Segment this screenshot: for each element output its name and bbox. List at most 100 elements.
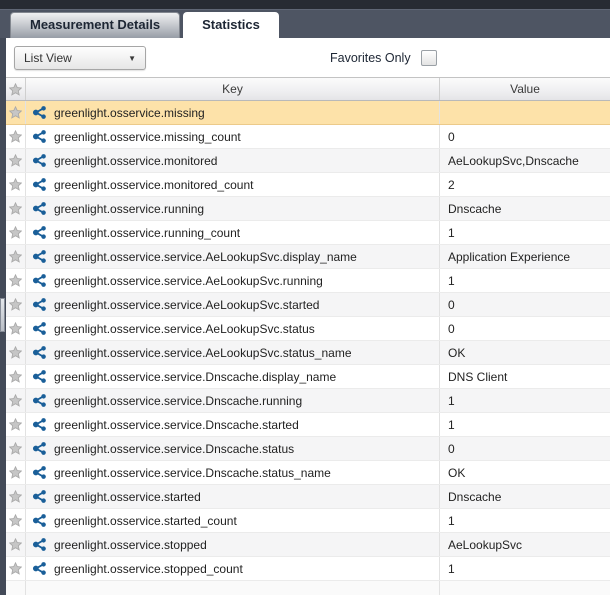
table-header: Key Value <box>6 77 610 101</box>
table-row[interactable]: greenlight.osservice.service.Dnscache.di… <box>6 365 610 389</box>
favorite-star-button[interactable] <box>6 149 25 172</box>
star-icon <box>9 466 22 479</box>
share-icon <box>32 489 47 504</box>
favorite-star-button[interactable] <box>6 509 25 532</box>
favorite-star-button[interactable] <box>6 485 25 508</box>
table-row[interactable]: greenlight.osservice.service.AeLookupSvc… <box>6 317 610 341</box>
star-icon <box>9 154 22 167</box>
row-key: greenlight.osservice.service.Dnscache.st… <box>54 418 299 432</box>
share-icon <box>32 369 47 384</box>
splitter-grip-handle[interactable] <box>0 298 5 332</box>
table-empty-area <box>6 581 610 595</box>
row-value: 0 <box>448 298 455 312</box>
row-key: greenlight.osservice.started_count <box>54 514 237 528</box>
favorite-star-button[interactable] <box>6 101 25 124</box>
favorite-star-button[interactable] <box>6 533 25 556</box>
row-key: greenlight.osservice.service.AeLookupSvc… <box>54 274 323 288</box>
favorite-star-button[interactable] <box>6 365 25 388</box>
favorite-star-button[interactable] <box>6 125 25 148</box>
favorites-only-checkbox[interactable] <box>421 50 437 66</box>
column-header-value[interactable]: Value <box>440 78 610 100</box>
table-row[interactable]: greenlight.osservice.service.Dnscache.st… <box>6 461 610 485</box>
share-icon <box>32 513 47 528</box>
statistics-panel: List View ▼ Favorites Only Key Value <box>6 38 610 595</box>
share-icon <box>32 177 47 192</box>
favorite-star-button[interactable] <box>6 221 25 244</box>
favorite-star-button[interactable] <box>6 245 25 268</box>
row-key: greenlight.osservice.running_count <box>54 226 240 240</box>
table-body: greenlight.osservice.missing <box>6 101 610 595</box>
share-icon <box>32 201 47 216</box>
table-row[interactable]: greenlight.osservice.service.Dnscache.st… <box>6 437 610 461</box>
row-value: 1 <box>448 394 455 408</box>
table-row[interactable]: greenlight.osservice.running_count 1 <box>6 221 610 245</box>
row-value: 1 <box>448 418 455 432</box>
row-key: greenlight.osservice.service.AeLookupSvc… <box>54 322 315 336</box>
chevron-down-icon: ▼ <box>128 54 136 63</box>
star-icon <box>9 346 22 359</box>
row-key: greenlight.osservice.monitored_count <box>54 178 253 192</box>
table-row[interactable]: greenlight.osservice.stopped AeLookupSvc <box>6 533 610 557</box>
table-row[interactable]: greenlight.osservice.service.Dnscache.ru… <box>6 389 610 413</box>
favorites-filter: Favorites Only <box>330 46 437 70</box>
row-key: greenlight.osservice.running <box>54 202 204 216</box>
row-value: 0 <box>448 130 455 144</box>
table-row[interactable]: greenlight.osservice.service.AeLookupSvc… <box>6 269 610 293</box>
table-row[interactable]: greenlight.osservice.service.AeLookupSvc… <box>6 245 610 269</box>
share-icon <box>32 129 47 144</box>
favorite-star-button[interactable] <box>6 557 25 580</box>
favorite-star-button[interactable] <box>6 461 25 484</box>
table-row[interactable]: greenlight.osservice.started_count 1 <box>6 509 610 533</box>
row-value: AeLookupSvc,Dnscache <box>448 154 579 168</box>
row-value: 1 <box>448 274 455 288</box>
table-row[interactable]: greenlight.osservice.started Dnscache <box>6 485 610 509</box>
share-icon <box>32 153 47 168</box>
table-row[interactable]: greenlight.osservice.service.AeLookupSvc… <box>6 293 610 317</box>
tab-measurement-details[interactable]: Measurement Details <box>10 12 180 38</box>
favorite-star-button[interactable] <box>6 437 25 460</box>
star-icon <box>9 274 22 287</box>
table-row[interactable]: greenlight.osservice.missing <box>6 101 610 125</box>
view-mode-dropdown[interactable]: List View ▼ <box>14 46 146 70</box>
table-row[interactable]: greenlight.osservice.missing_count 0 <box>6 125 610 149</box>
favorite-star-button[interactable] <box>6 341 25 364</box>
table-row[interactable]: greenlight.osservice.monitored AeLookupS… <box>6 149 610 173</box>
row-value: 1 <box>448 562 455 576</box>
favorite-star-button[interactable] <box>6 317 25 340</box>
share-icon <box>32 465 47 480</box>
toolbar: List View ▼ Favorites Only <box>6 38 610 77</box>
star-icon <box>9 83 22 96</box>
row-value: Application Experience <box>448 250 570 264</box>
row-key: greenlight.osservice.monitored <box>54 154 217 168</box>
row-value: OK <box>448 466 465 480</box>
favorite-star-button[interactable] <box>6 197 25 220</box>
table-row[interactable]: greenlight.osservice.monitored_count 2 <box>6 173 610 197</box>
window-top-strip <box>0 0 610 9</box>
favorite-star-button[interactable] <box>6 413 25 436</box>
row-value: 2 <box>448 178 455 192</box>
share-icon <box>32 105 47 120</box>
share-icon <box>32 441 47 456</box>
favorite-star-button[interactable] <box>6 293 25 316</box>
star-icon <box>9 298 22 311</box>
table-row[interactable]: greenlight.osservice.service.AeLookupSvc… <box>6 341 610 365</box>
tab-statistics[interactable]: Statistics <box>183 12 279 38</box>
table-row[interactable]: greenlight.osservice.service.Dnscache.st… <box>6 413 610 437</box>
favorite-star-button[interactable] <box>6 173 25 196</box>
row-key: greenlight.osservice.missing_count <box>54 130 241 144</box>
star-icon <box>9 322 22 335</box>
favorite-star-button[interactable] <box>6 389 25 412</box>
column-header-key[interactable]: Key <box>26 78 440 100</box>
table-row[interactable]: greenlight.osservice.running Dnscache <box>6 197 610 221</box>
table-row[interactable]: greenlight.osservice.stopped_count 1 <box>6 557 610 581</box>
row-value: AeLookupSvc <box>448 538 522 552</box>
share-icon <box>32 345 47 360</box>
star-icon <box>9 202 22 215</box>
row-key: greenlight.osservice.stopped <box>54 538 207 552</box>
row-key: greenlight.osservice.stopped_count <box>54 562 243 576</box>
row-value: Dnscache <box>448 490 501 504</box>
favorite-star-button[interactable] <box>6 269 25 292</box>
row-value: 0 <box>448 322 455 336</box>
share-icon <box>32 249 47 264</box>
splitter-strip <box>0 38 6 595</box>
